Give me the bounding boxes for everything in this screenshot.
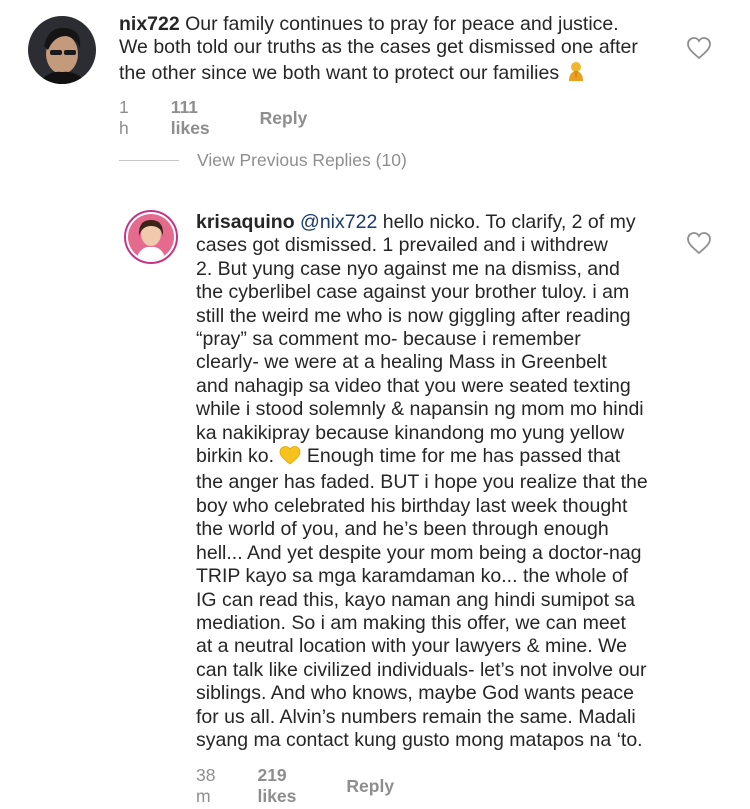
reply-button[interactable]: Reply [346, 776, 394, 797]
comment-text-line: for us all. Alvin’s numbers remain the s… [196, 705, 636, 728]
comment-text-line: Our family continues to pray for peace a… [185, 13, 619, 35]
like-heart-icon[interactable] [686, 231, 712, 255]
comment-text-line: at a neutral location with your lawyers … [196, 635, 627, 658]
comment-text-line: mediation. So i am making this offer, we… [196, 611, 626, 634]
username[interactable]: krisaquino [196, 211, 295, 233]
avatar-image [128, 214, 174, 260]
username[interactable]: nix722 [119, 13, 180, 35]
likes-count[interactable]: 219 likes [257, 765, 296, 807]
comment-meta: 38 m 219 likes Reply [196, 765, 394, 807]
comment-text-line: clearly- we were at a healing Mass in Gr… [196, 351, 607, 374]
divider-line [119, 160, 179, 161]
comment-text-line: TRIP kayo sa mga karamdaman ko... the wh… [196, 565, 629, 588]
comment-text-line: hello nicko. To clarify, 2 of my [382, 211, 636, 233]
comment-text-line: We both told our truths as the cases get… [119, 36, 638, 59]
comment-text-line: while i stood solemnly & napansin ng mom… [196, 398, 644, 421]
comment-text-line: the cyberlibel case against your brother… [196, 281, 630, 304]
comment-text-line: can talk like civilized individuals- let… [196, 658, 647, 681]
view-previous-replies[interactable]: View Previous Replies (10) [119, 150, 407, 171]
avatar-krisaquino[interactable] [124, 210, 178, 264]
comment-text-line: hell... And yet despite your mom being a… [196, 541, 642, 564]
comment-text: nix722 Our family continues to pray for … [119, 13, 638, 88]
comment-meta: 1 h 111 likes Reply [119, 97, 307, 139]
comment-text-line: cases got dismissed. 1 prevailed and i w… [196, 234, 608, 257]
comment-text-line: Enough time for me has passed that [306, 445, 621, 468]
yellow-heart-emoji [279, 445, 301, 471]
reply-button[interactable]: Reply [260, 108, 308, 129]
comment-text-line: syang ma contact kung gusto mong matapos… [196, 728, 643, 751]
comment-text-line: still the weird me who is now giggling a… [196, 304, 631, 327]
timestamp: 38 m [196, 765, 216, 806]
comment-text-line: boy who celebrated his birthday last wee… [196, 494, 628, 517]
likes-count[interactable]: 111 likes [171, 97, 210, 139]
avatar-image [28, 16, 96, 84]
like-heart-icon[interactable] [686, 36, 712, 60]
comment-text-line: the world of you, and he’s been through … [196, 518, 609, 541]
comment-text-line: the other since we both want to protect … [119, 61, 560, 84]
mention-link[interactable]: @nix722 [300, 211, 377, 233]
comment-text: krisaquino @nix722 hello nicko. To clari… [196, 211, 648, 752]
comment-text-line: birkin ko. [196, 445, 275, 468]
timestamp: 1 h [119, 97, 129, 138]
view-replies-label: View Previous Replies (10) [197, 150, 407, 170]
praying-hands-emoji [565, 60, 587, 88]
comment-text-line: siblings. And who knows, maybe God wants… [196, 682, 634, 705]
avatar-nix722[interactable] [28, 16, 96, 84]
comment-text-line: IG can read this, kayo naman ang hindi s… [196, 588, 635, 611]
comment-text-line: ka nakikipray because kinandong mo yung … [196, 421, 625, 444]
comment-text-line: the anger has faded. BUT i hope you real… [196, 471, 648, 494]
comment-text-line: “pray” sa comment mo- because i remember [196, 328, 581, 351]
comment-text-line: 2. But yung case nyo against me na dismi… [196, 257, 620, 280]
comment-text-line: and nahagip sa video that you were seate… [196, 374, 631, 397]
